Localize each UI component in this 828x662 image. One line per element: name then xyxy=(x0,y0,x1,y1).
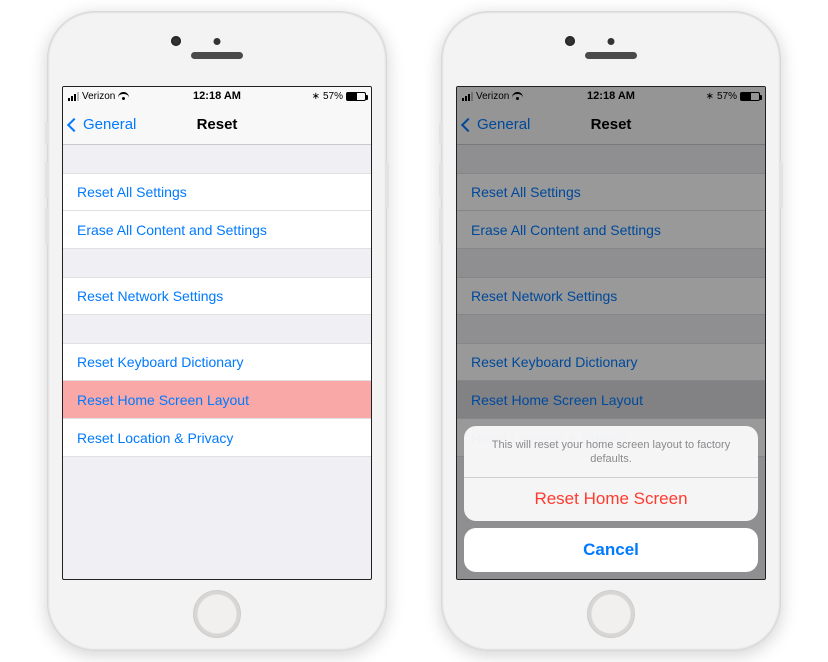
home-button[interactable] xyxy=(587,590,635,638)
row-erase-all-content[interactable]: Erase All Content and Settings xyxy=(63,211,371,249)
bluetooth-icon: ∗ xyxy=(312,91,320,102)
wifi-icon xyxy=(118,92,129,100)
power-button xyxy=(779,162,783,208)
chevron-left-icon xyxy=(67,117,81,131)
action-sheet-message: This will reset your home screen layout … xyxy=(464,426,758,477)
mute-switch xyxy=(439,122,443,144)
front-camera xyxy=(171,36,181,46)
back-button[interactable]: General xyxy=(69,116,136,133)
volume-up xyxy=(45,162,49,198)
front-camera xyxy=(565,36,575,46)
screen: Verizon 12:18 AM ∗ 57% General Reset Res… xyxy=(62,86,372,580)
earpiece xyxy=(585,52,637,59)
clock: 12:18 AM xyxy=(193,90,241,102)
volume-up xyxy=(439,162,443,198)
row-reset-keyboard[interactable]: Reset Keyboard Dictionary xyxy=(63,343,371,381)
signal-icon xyxy=(68,92,79,101)
action-sheet: This will reset your home screen layout … xyxy=(464,426,758,572)
row-reset-home-screen[interactable]: Reset Home Screen Layout xyxy=(63,381,371,419)
proximity-sensor xyxy=(608,38,615,45)
carrier-label: Verizon xyxy=(82,91,115,102)
row-reset-all-settings[interactable]: Reset All Settings xyxy=(63,173,371,211)
screen: Verizon 12:18 AM ∗ 57% General Reset Res… xyxy=(456,86,766,580)
proximity-sensor xyxy=(214,38,221,45)
volume-down xyxy=(439,208,443,244)
iphone-left: Verizon 12:18 AM ∗ 57% General Reset Res… xyxy=(47,11,387,651)
status-bar: Verizon 12:18 AM ∗ 57% xyxy=(63,87,371,105)
group-other: Reset Keyboard Dictionary Reset Home Scr… xyxy=(63,343,371,457)
group-general: Reset All Settings Erase All Content and… xyxy=(63,173,371,249)
battery-icon xyxy=(346,92,366,101)
page-title: Reset xyxy=(197,116,238,133)
volume-down xyxy=(45,208,49,244)
iphone-right: Verizon 12:18 AM ∗ 57% General Reset Res… xyxy=(441,11,781,651)
group-network: Reset Network Settings xyxy=(63,277,371,315)
battery-pct: 57% xyxy=(323,91,343,102)
home-button[interactable] xyxy=(193,590,241,638)
earpiece xyxy=(191,52,243,59)
back-label: General xyxy=(83,116,136,133)
action-sheet-card: This will reset your home screen layout … xyxy=(464,426,758,521)
confirm-reset-button[interactable]: Reset Home Screen xyxy=(464,477,758,521)
power-button xyxy=(385,162,389,208)
row-reset-network[interactable]: Reset Network Settings xyxy=(63,277,371,315)
mute-switch xyxy=(45,122,49,144)
cancel-button[interactable]: Cancel xyxy=(464,528,758,572)
row-reset-location-privacy[interactable]: Reset Location & Privacy xyxy=(63,419,371,457)
nav-bar: General Reset xyxy=(63,105,371,145)
